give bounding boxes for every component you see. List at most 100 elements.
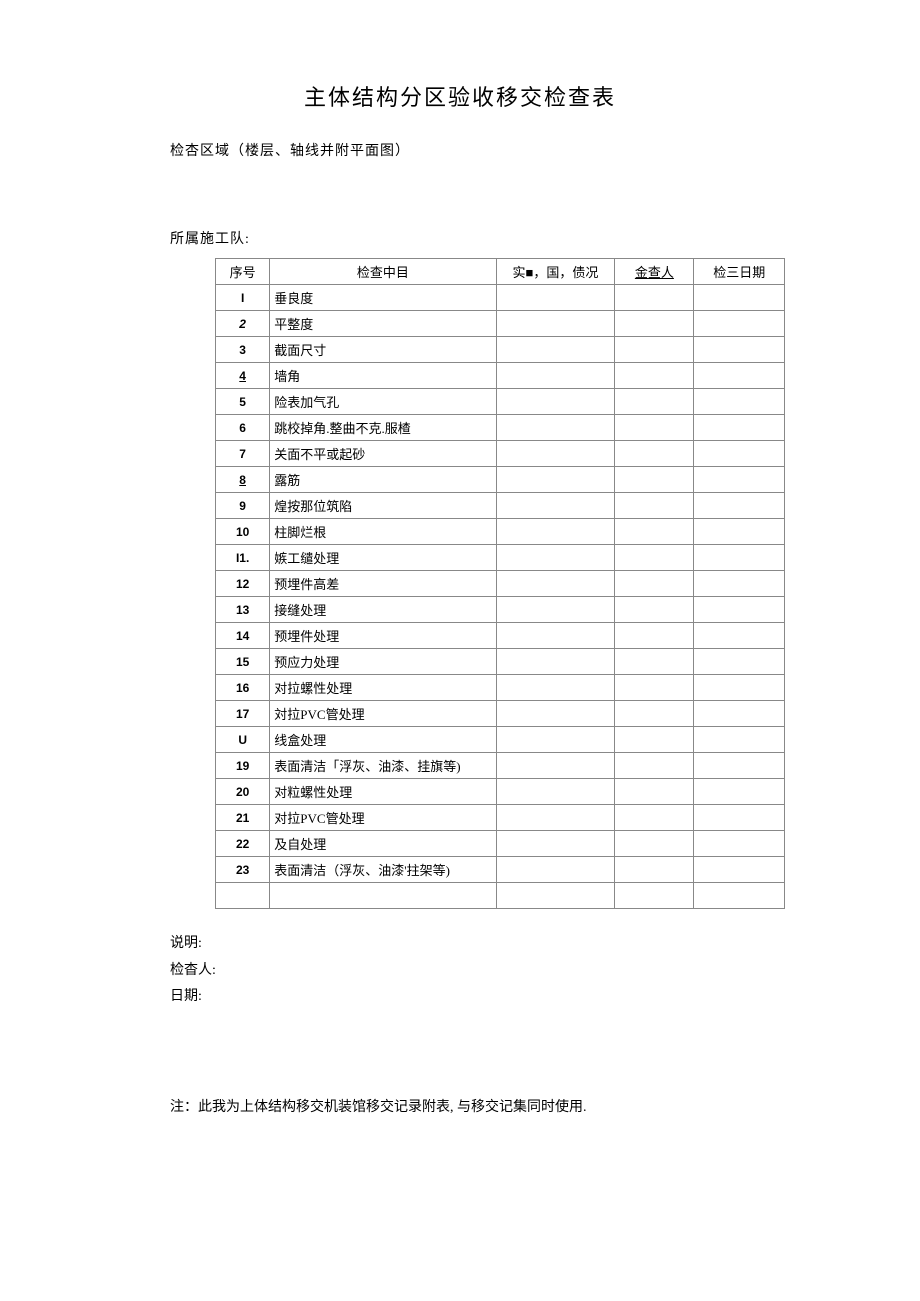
cell-person — [615, 701, 694, 727]
cell-person — [615, 311, 694, 337]
cell-seq: 20 — [216, 779, 270, 805]
cell-date — [694, 701, 785, 727]
cell-status — [496, 831, 615, 857]
cell-seq: 7 — [216, 441, 270, 467]
cell-status — [496, 337, 615, 363]
cell-status — [496, 623, 615, 649]
cell-person — [615, 805, 694, 831]
check-area-label: 检杏区域（楼层、轴线并附平面图） — [60, 140, 860, 160]
cell-status — [496, 311, 615, 337]
cell-date — [694, 545, 785, 571]
cell-item: 平整度 — [270, 311, 496, 337]
cell-seq: 9 — [216, 493, 270, 519]
cell-date — [694, 571, 785, 597]
header-item: 检查中目 — [270, 259, 496, 285]
table-row: 5险表加气孔 — [216, 389, 785, 415]
header-date: 检三日期 — [694, 259, 785, 285]
page-title: 主体结构分区验收移交检查表 — [60, 80, 860, 112]
cell-person — [615, 831, 694, 857]
table-row: 3截面尺寸 — [216, 337, 785, 363]
cell-item: 截面尺寸 — [270, 337, 496, 363]
cell-date — [694, 285, 785, 311]
team-label: 所属施工队: — [60, 228, 860, 248]
cell-item: 嫉工缱处理 — [270, 545, 496, 571]
cell-seq: 14 — [216, 623, 270, 649]
table-row: U线盒处理 — [216, 727, 785, 753]
table-row: 20对粒螺性处理 — [216, 779, 785, 805]
cell-status — [496, 545, 615, 571]
inspection-table: 序号 检查中目 实■，国，债况 金查人 检三日期 I垂良度2平整度3截面尺寸4墙… — [215, 258, 785, 909]
cell-status — [496, 727, 615, 753]
table-row: 16对拉螺性处理 — [216, 675, 785, 701]
cell-date — [694, 649, 785, 675]
cell-person — [615, 441, 694, 467]
cell-seq: 17 — [216, 701, 270, 727]
cell-status — [496, 285, 615, 311]
cell-status — [496, 441, 615, 467]
cell-seq: 3 — [216, 337, 270, 363]
table-row: 7关面不平或起砂 — [216, 441, 785, 467]
cell-date — [694, 779, 785, 805]
cell-date — [694, 441, 785, 467]
cell-person — [615, 493, 694, 519]
cell-person — [615, 675, 694, 701]
cell-date — [694, 623, 785, 649]
cell-seq: 2 — [216, 311, 270, 337]
cell-status — [496, 415, 615, 441]
cell-person — [615, 883, 694, 909]
table-row: 2平整度 — [216, 311, 785, 337]
cell-seq: 22 — [216, 831, 270, 857]
table-row: 4墙角 — [216, 363, 785, 389]
cell-date — [694, 831, 785, 857]
cell-date — [694, 675, 785, 701]
inspector-label: 检杳人: — [170, 958, 860, 985]
cell-status — [496, 779, 615, 805]
cell-seq: 8 — [216, 467, 270, 493]
table-row: 15预应力处理 — [216, 649, 785, 675]
cell-item: 预埋件高差 — [270, 571, 496, 597]
cell-date — [694, 857, 785, 883]
cell-seq: 16 — [216, 675, 270, 701]
cell-status — [496, 701, 615, 727]
table-row: I1.嫉工缱处理 — [216, 545, 785, 571]
table-row: 8露筋 — [216, 467, 785, 493]
cell-seq: 6 — [216, 415, 270, 441]
cell-item: 对拉螺性处理 — [270, 675, 496, 701]
note-text: 注：此我为上体结构移交机装馆移交记录附表, 与移交记集同时使用. — [60, 1096, 860, 1116]
table-row: 13接缝处理 — [216, 597, 785, 623]
cell-item: 垂良度 — [270, 285, 496, 311]
cell-date — [694, 337, 785, 363]
cell-date — [694, 753, 785, 779]
cell-status — [496, 805, 615, 831]
cell-item: 险表加气孔 — [270, 389, 496, 415]
cell-item: 煌按那位筑陷 — [270, 493, 496, 519]
table-row: 9煌按那位筑陷 — [216, 493, 785, 519]
cell-date — [694, 467, 785, 493]
cell-date — [694, 805, 785, 831]
cell-item: 对粒螺性处理 — [270, 779, 496, 805]
cell-person — [615, 727, 694, 753]
table-row: 6跳校掉角.整曲不克.服楂 — [216, 415, 785, 441]
cell-date — [694, 311, 785, 337]
cell-seq — [216, 883, 270, 909]
cell-item — [270, 883, 496, 909]
cell-seq: 4 — [216, 363, 270, 389]
cell-seq: 15 — [216, 649, 270, 675]
cell-person — [615, 545, 694, 571]
table-row: 10柱脚烂根 — [216, 519, 785, 545]
cell-status — [496, 597, 615, 623]
footer-section: 说明: 检杳人: 日期: — [60, 931, 860, 1011]
table-row: 23表面清洁（浮灰、油漆'拄架等) — [216, 857, 785, 883]
header-seq: 序号 — [216, 259, 270, 285]
cell-seq: 10 — [216, 519, 270, 545]
table-row — [216, 883, 785, 909]
cell-person — [615, 779, 694, 805]
cell-item: 対拉PVC管处理 — [270, 701, 496, 727]
cell-seq: 19 — [216, 753, 270, 779]
cell-item: 表面清洁（浮灰、油漆'拄架等) — [270, 857, 496, 883]
cell-status — [496, 675, 615, 701]
table-row: 22及自处理 — [216, 831, 785, 857]
cell-person — [615, 623, 694, 649]
cell-item: 柱脚烂根 — [270, 519, 496, 545]
cell-seq: 5 — [216, 389, 270, 415]
